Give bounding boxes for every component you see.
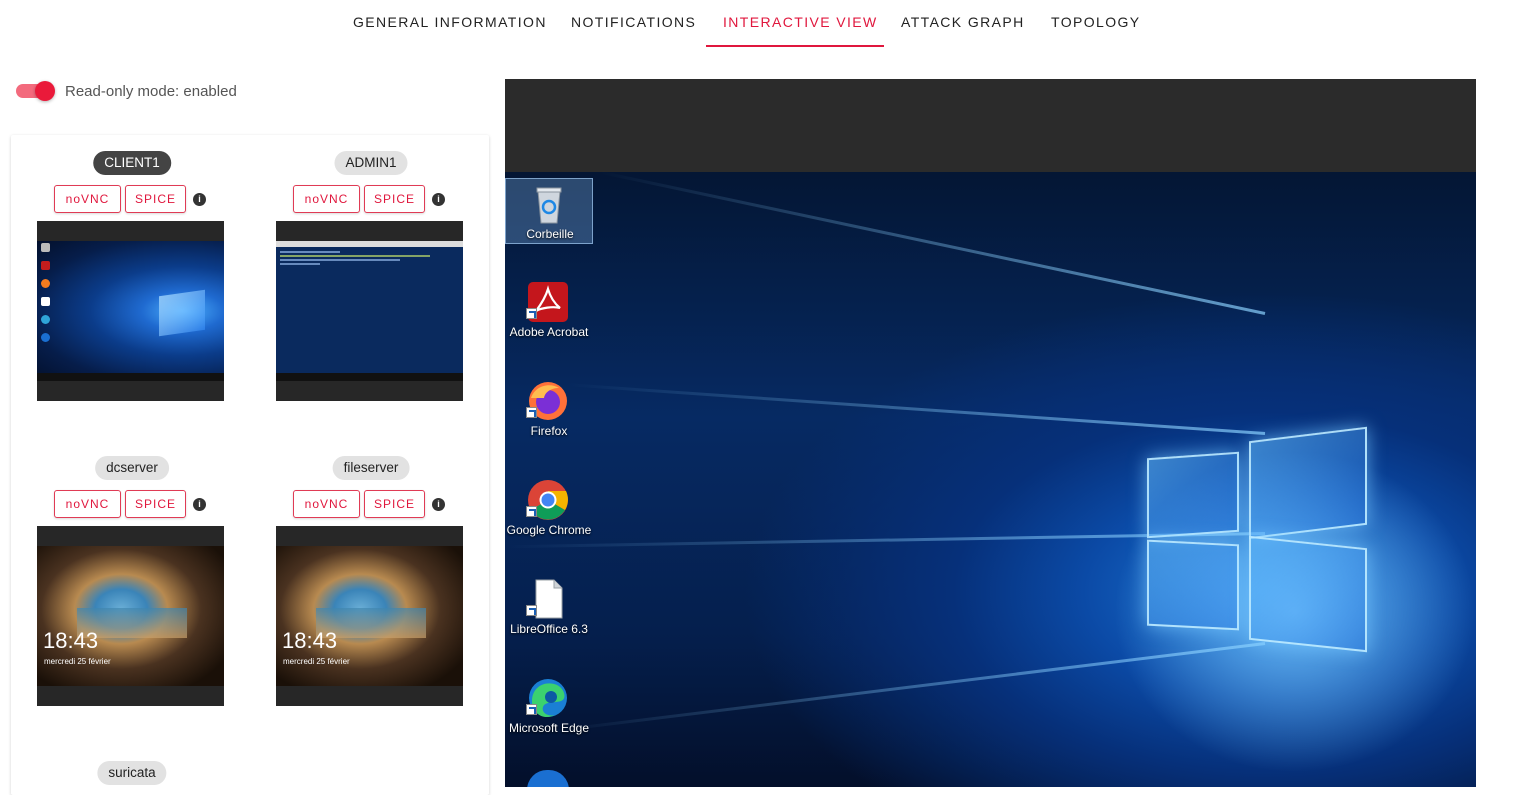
machine-chip-client1[interactable]: CLIENT1 [93,151,171,175]
windows-logo-pane-bottom-left [1147,539,1239,631]
machine-chip-dcserver[interactable]: dcserver [95,456,169,480]
lock-screen-date: mercredi 25 février [283,657,350,666]
machine-chip-admin1[interactable]: ADMIN1 [334,151,408,175]
info-icon[interactable]: i [432,193,445,206]
novnc-button[interactable]: noVNC [54,185,121,213]
novnc-button[interactable]: noVNC [293,490,360,518]
taskbar-thumbnail [37,373,224,381]
toggle-knob [35,81,55,101]
recycle-bin-icon [536,187,562,224]
ie-icon [41,333,50,342]
machine-chip-fileserver[interactable]: fileserver [332,456,410,480]
desktop-icon-label: Firefox [530,424,568,438]
lock-screen-thumbnail: 18:43 mercredi 25 février [37,546,224,686]
windows-logo-pane-top-left [1147,451,1239,539]
edge-icon [41,315,50,324]
machine-card-client1: CLIENT1 noVNC SPICE i [37,151,227,411]
tab-attack-graph[interactable]: ATTACK GRAPH [901,14,1025,30]
desktop-icon-google-chrome[interactable]: Google Chrome [505,475,593,541]
read-only-toggle[interactable] [16,81,56,101]
spice-button[interactable]: SPICE [125,185,186,213]
machine-card-fileserver: fileserver noVNC SPICE i 18:43 mercredi … [276,456,466,716]
machine-card-dcserver: dcserver noVNC SPICE i 18:43 mercredi 25… [37,456,227,716]
spice-button[interactable]: SPICE [125,490,186,518]
info-icon[interactable]: i [432,498,445,511]
info-icon[interactable]: i [193,193,206,206]
machine-preview-client1[interactable] [37,221,224,401]
windows-wallpaper-thumbnail [37,241,224,381]
shortcut-arrow-icon [526,407,537,418]
ie-icon[interactable] [527,770,569,787]
tab-topology[interactable]: TOPOLOGY [1051,14,1141,30]
taskbar-thumbnail [276,373,463,381]
active-tab-indicator [706,45,884,47]
windows-logo-pane-bottom-right [1249,535,1367,653]
info-icon[interactable]: i [193,498,206,511]
shortcut-arrow-icon [526,704,537,715]
spice-button[interactable]: SPICE [364,185,425,213]
desktop-icon-label: Microsoft Edge [508,721,590,735]
shortcut-arrow-icon [526,605,537,616]
adobe-acrobat-icon [41,261,50,270]
libreoffice-icon [41,297,50,306]
machine-list-panel: CLIENT1 noVNC SPICE i ADMIN1 noVNC SPICE [11,135,489,795]
shortcut-arrow-icon [526,506,537,517]
lock-screen-thumbnail: 18:43 mercredi 25 février [276,546,463,686]
console-line [280,259,400,261]
firefox-icon [41,279,50,288]
machine-chip-suricata[interactable]: suricata [97,761,167,785]
windows-wallpaper: Corbeille Adobe Acrobat Firefox Google C… [505,170,1476,787]
spice-button[interactable]: SPICE [364,490,425,518]
novnc-button[interactable]: noVNC [293,185,360,213]
light-beam [550,642,1266,733]
desktop-icon-microsoft-edge[interactable]: Microsoft Edge [505,673,593,739]
read-only-label: Read-only mode: enabled [65,83,237,100]
desktop-icon-label: Corbeille [526,227,574,241]
desktop-icon-label: Google Chrome [506,523,592,537]
machine-preview-dcserver[interactable]: 18:43 mercredi 25 février [37,526,224,706]
console-line [280,251,340,253]
lock-screen-date: mercredi 25 février [44,657,111,666]
console-line [280,263,320,265]
desktop-icon-libreoffice[interactable]: LibreOffice 6.3 [505,574,593,640]
tab-general-information[interactable]: GENERAL INFORMATION [353,14,547,30]
shortcut-arrow-icon [526,308,537,319]
machine-card-admin1: ADMIN1 noVNC SPICE i [276,151,466,411]
desktop-icon-firefox[interactable]: Firefox [505,376,593,442]
tab-bar: GENERAL INFORMATION NOTIFICATIONS INTERA… [0,0,1528,48]
desktop-icon-adobe-acrobat[interactable]: Adobe Acrobat [505,277,593,343]
desktop-icon-label: Adobe Acrobat [509,325,589,339]
tab-interactive-view[interactable]: INTERACTIVE VIEW [723,14,878,30]
machine-card-suricata: suricata [37,761,227,795]
light-beam [599,170,1266,315]
tab-notifications[interactable]: NOTIFICATIONS [571,14,696,30]
light-beam [566,383,1266,435]
powershell-thumbnail [276,241,463,381]
novnc-button[interactable]: noVNC [54,490,121,518]
recycle-bin-icon [41,243,50,252]
lock-screen-time: 18:43 [43,628,99,653]
machine-preview-admin1[interactable] [276,221,463,401]
desktop-icon-recycle-bin[interactable]: Corbeille [505,178,593,244]
desktop-icon-label: LibreOffice 6.3 [510,622,588,636]
console-line [280,255,430,257]
lock-screen-time: 18:43 [282,628,338,653]
machine-preview-fileserver[interactable]: 18:43 mercredi 25 février [276,526,463,706]
windows-logo-pane-top-right [1249,426,1367,540]
windows-logo-thumbnail [159,289,205,337]
remote-desktop-view[interactable]: Corbeille Adobe Acrobat Firefox Google C… [505,79,1476,787]
window-titlebar [276,241,463,247]
